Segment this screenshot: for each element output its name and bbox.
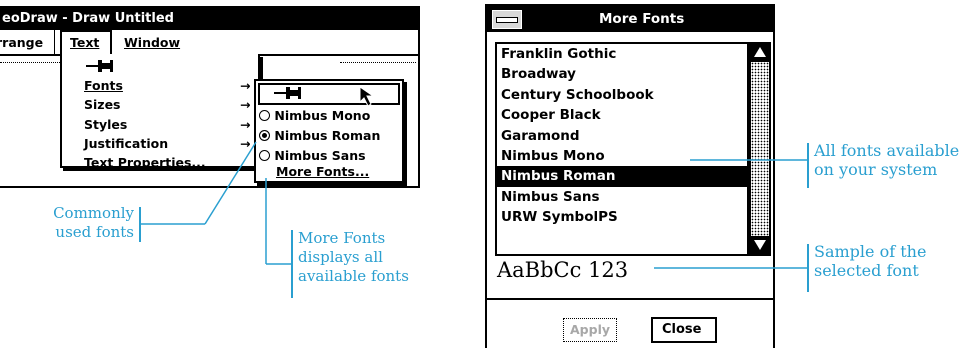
annotation-sample: Sample of the selected font xyxy=(814,242,926,280)
annotation-line: Sample of the xyxy=(814,242,927,261)
annotation-line: selected font xyxy=(814,261,919,280)
annotation-all-fonts: All fonts available on your system xyxy=(814,141,959,179)
annotation-line: All fonts available xyxy=(814,141,960,160)
annotation-line: on your system xyxy=(814,160,938,179)
